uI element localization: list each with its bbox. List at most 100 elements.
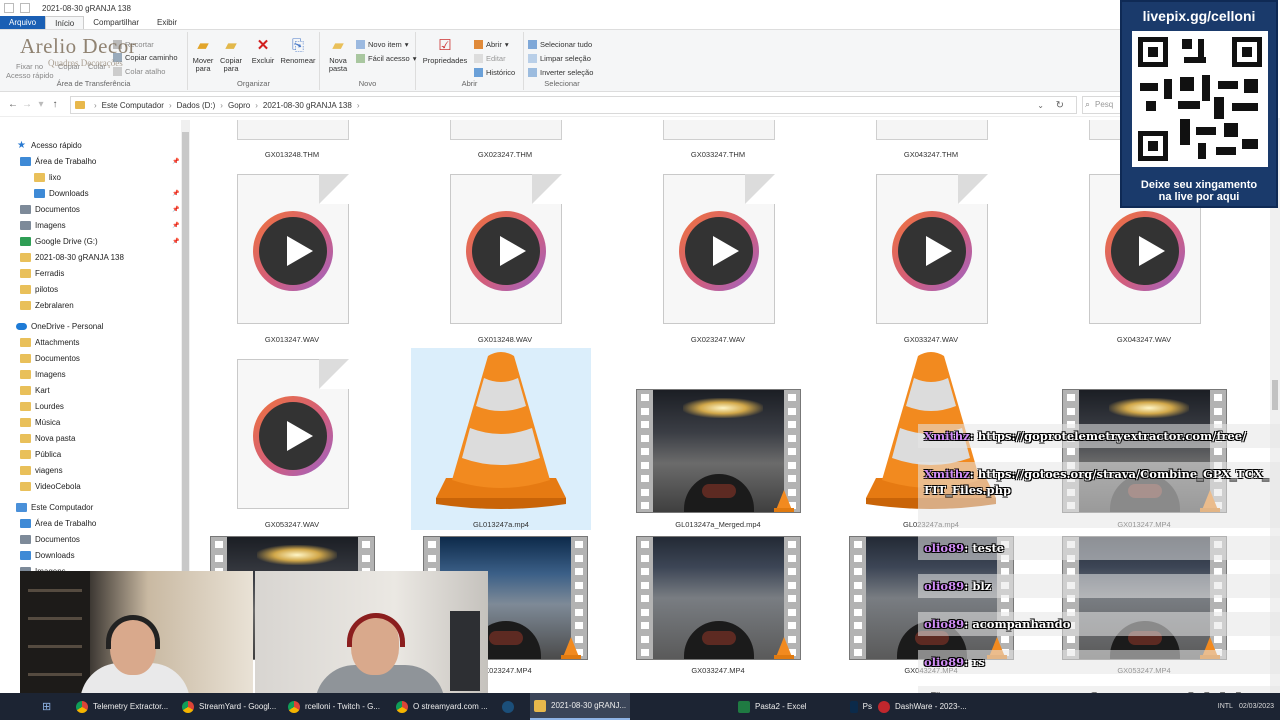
taskbar-app[interactable]: 2021-08-30 gRANJ... — [530, 693, 630, 720]
forward-arrow-icon[interactable]: → — [20, 99, 34, 110]
file-tile[interactable]: GX033247.THM — [628, 118, 808, 162]
breadcrumb-this-pc[interactable]: Este Computador — [102, 101, 164, 110]
recent-chevron-icon[interactable]: ▾ — [34, 99, 48, 110]
sidebar-scrollbar-thumb[interactable] — [182, 132, 189, 572]
pin-icon[interactable]: 📌 — [172, 206, 179, 213]
breadcrumb-drive[interactable]: Dados (D:) — [177, 101, 216, 110]
headset-icon — [347, 613, 405, 647]
sidebar-item[interactable]: Google Drive (G:) 📌 — [20, 234, 179, 249]
file-tile[interactable]: GX013248.WAV — [415, 168, 595, 346]
pin-icon[interactable]: 📌 — [172, 158, 179, 165]
quick-access-save-icon[interactable] — [4, 3, 14, 13]
sidebar-item[interactable]: viagens — [20, 463, 63, 478]
delete-button[interactable]: ✕ Excluir — [250, 37, 276, 65]
file-tile[interactable]: GX023247.WAV — [628, 168, 808, 346]
properties-button[interactable]: ☑ Propriedades — [422, 37, 468, 65]
file-tile[interactable]: GL013247a_Merged.mp4 — [628, 348, 808, 530]
file-tile[interactable]: GX043247.THM — [841, 118, 1021, 162]
windows-icon[interactable]: ⊞ — [42, 693, 51, 720]
tab-file[interactable]: Arquivo — [0, 16, 46, 29]
sidebar-item[interactable]: Nova pasta — [20, 431, 75, 446]
move-to-button[interactable]: ▰ Mover para — [190, 37, 216, 73]
sidebar-item[interactable]: Área de Trabalho — [20, 516, 96, 531]
taskbar-app[interactable]: DashWare - 2023-... — [874, 693, 974, 720]
search-input[interactable]: Pesq — [1082, 96, 1122, 114]
sidebar-item[interactable]: Imagens — [20, 367, 66, 382]
history-button[interactable]: Histórico — [474, 68, 515, 77]
sidebar-item-label: Attachments — [35, 338, 80, 347]
file-tile[interactable]: GX013247.WAV — [202, 168, 382, 346]
edit-button[interactable]: Editar — [474, 54, 506, 63]
system-tray[interactable]: INTL 02/03/2023 — [1218, 693, 1274, 720]
refresh-icon[interactable]: ↻ — [1056, 100, 1064, 111]
file-tile[interactable]: GX033247.MP4 — [628, 532, 808, 693]
back-arrow-icon[interactable]: ← — [6, 99, 20, 110]
sidebar-item[interactable]: Downloads 📌 — [34, 186, 179, 201]
taskbar-app[interactable]: Ps — [846, 693, 872, 720]
sidebar-item[interactable]: Documentos 📌 — [20, 202, 179, 217]
file-tile[interactable]: GL013247a.mp4 — [411, 348, 591, 530]
sidebar-item[interactable]: Pública — [20, 447, 61, 462]
file-tile[interactable]: GX013248.THM — [202, 118, 382, 162]
tab-share[interactable]: Compartilhar — [84, 16, 148, 29]
taskbar-app[interactable]: Pasta2 - Excel — [734, 693, 838, 720]
language-indicator[interactable]: INTL — [1218, 703, 1233, 710]
sidebar-item[interactable]: VideoCebola — [20, 479, 81, 494]
clock-date[interactable]: 02/03/2023 — [1239, 703, 1274, 710]
sidebar-item[interactable]: Downloads — [20, 548, 75, 563]
sidebar-item[interactable]: Lourdes — [20, 399, 64, 414]
tab-home[interactable]: Início — [45, 16, 85, 29]
taskbar-app[interactable]: Telemetry Extractor... — [72, 693, 176, 720]
sidebar-scrollbar[interactable] — [181, 120, 190, 575]
open-button[interactable]: Abrir ▾ — [474, 40, 509, 49]
select-none-button[interactable]: Limpar seleção — [528, 54, 591, 63]
sidebar-item[interactable]: Documentos — [20, 351, 80, 366]
breadcrumb[interactable]: › Este Computador › Dados (D:) › Gopro ›… — [70, 96, 1077, 114]
file-tile[interactable]: GX033247.WAV — [841, 168, 1021, 346]
sidebar-item[interactable]: lixo — [34, 170, 61, 185]
taskbar-app[interactable]: StreamYard - Googl... — [178, 693, 282, 720]
taskbar-app[interactable]: O streamyard.com ... — [392, 693, 496, 720]
thumbnail-file-icon — [876, 120, 988, 140]
new-folder-button[interactable]: ▰ Nova pasta — [324, 37, 352, 73]
pin-icon[interactable]: 📌 — [172, 222, 179, 229]
invert-selection-button[interactable]: Inverter seleção — [528, 68, 593, 77]
file-tile[interactable]: GX053247.WAV — [202, 348, 382, 530]
taskbar-app-label: StreamYard - Googl... — [199, 702, 277, 711]
breadcrumb-gopro[interactable]: Gopro — [228, 101, 250, 110]
sidebar-item[interactable]: Ferradis — [20, 266, 64, 281]
pin-icon[interactable]: 📌 — [172, 190, 179, 197]
sidebar-item[interactable]: Attachments — [20, 335, 79, 350]
tab-view[interactable]: Exibir — [148, 16, 186, 29]
sidebar-item[interactable]: Imagens 📌 — [20, 218, 179, 233]
file-view-scrollbar-thumb[interactable] — [1272, 380, 1278, 410]
file-tile[interactable]: GX023247.THM — [415, 118, 595, 162]
sidebar-item[interactable]: Kart — [20, 383, 50, 398]
breadcrumb-current[interactable]: 2021-08-30 gRANJA 138 — [263, 101, 352, 110]
address-dropdown-icon[interactable]: ⌄ — [1037, 101, 1044, 110]
taskbar-app[interactable] — [498, 693, 524, 720]
sidebar-item[interactable]: Área de Trabalho 📌 — [20, 154, 179, 169]
copy-to-button[interactable]: ▰ Copiar para — [218, 37, 244, 73]
taskbar-app[interactable]: rcelloni - Twitch - G... — [284, 693, 390, 720]
rename-button[interactable]: ⎘ Renomear — [278, 37, 318, 65]
sidebar-item[interactable]: Este Computador — [16, 500, 93, 515]
sidebar-item[interactable]: Música — [20, 415, 60, 430]
folder-icon — [75, 101, 85, 109]
pin-quick-access-button[interactable]: Fixar no — [16, 62, 43, 71]
sidebar-item[interactable]: OneDrive - Personal — [16, 319, 103, 334]
pin-icon[interactable]: 📌 — [172, 238, 179, 245]
up-arrow-icon[interactable]: ↑ — [48, 99, 62, 110]
start-button[interactable] — [0, 693, 40, 720]
sidebar-item[interactable]: 2021-08-30 gRANJA 138 — [20, 250, 124, 265]
sidebar-item[interactable]: pilotos — [20, 282, 58, 297]
sidebar-item[interactable]: Documentos — [20, 532, 80, 547]
sidebar-item[interactable]: ★ Acesso rápido — [16, 138, 82, 153]
watermark-sub: Quadros Decorações — [48, 58, 123, 68]
new-item-button[interactable]: Novo item ▾ — [356, 40, 409, 49]
paste-shortcut-button[interactable]: Colar atalho — [113, 67, 165, 76]
easy-access-button[interactable]: Fácil acesso ▾ — [356, 54, 416, 63]
quick-access-undo-icon[interactable] — [20, 3, 30, 13]
select-all-button[interactable]: Selecionar tudo — [528, 40, 592, 49]
sidebar-item[interactable]: Zebralaren — [20, 298, 74, 313]
